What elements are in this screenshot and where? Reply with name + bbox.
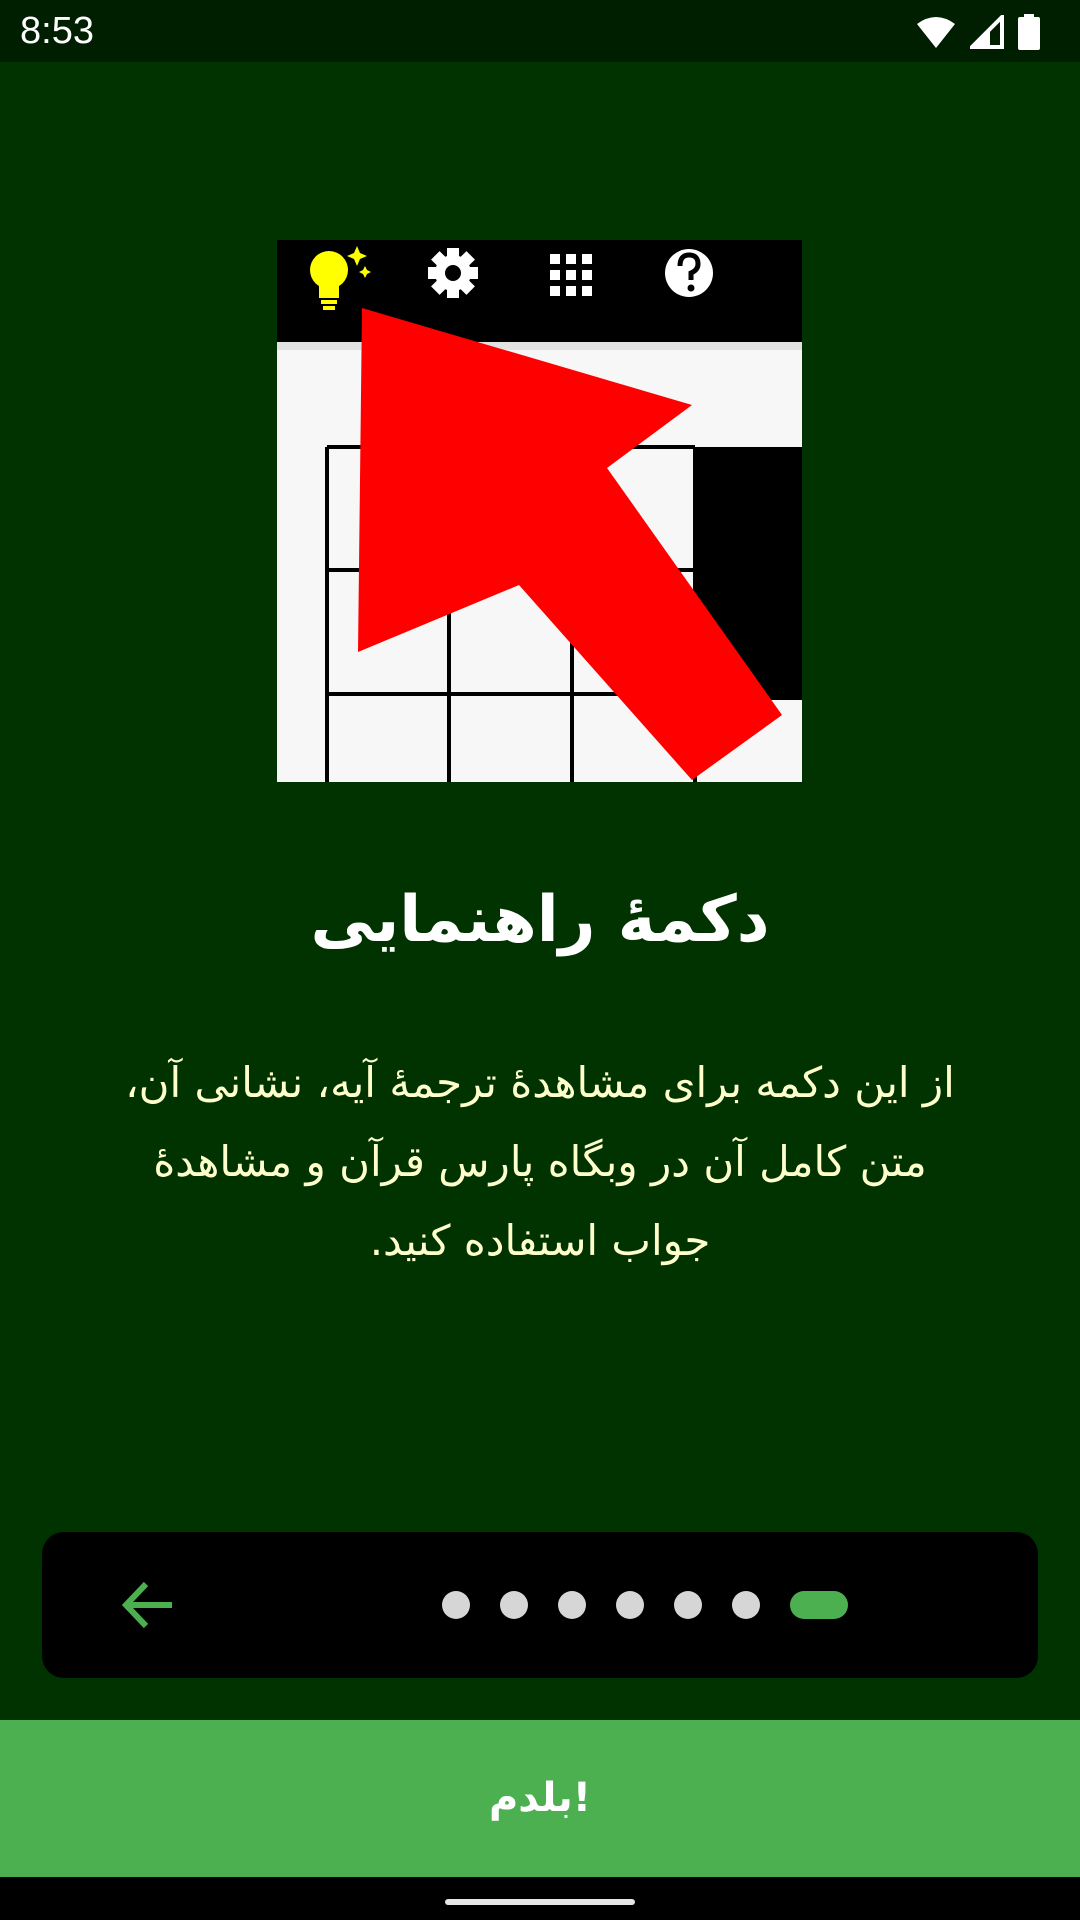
status-time: 8:53 xyxy=(20,10,94,52)
got-it-button[interactable]: بلدم! xyxy=(0,1720,1080,1877)
page-title: دکمهٔ راهنمایی xyxy=(310,883,770,957)
illustration-drawing xyxy=(277,246,802,782)
page-dot[interactable] xyxy=(616,1591,644,1619)
page-description: از این دکمه برای مشاهدهٔ ترجمهٔ آیه، نشا… xyxy=(125,1058,955,1265)
back-button[interactable] xyxy=(120,1580,176,1630)
pager-bar xyxy=(42,1532,1038,1678)
cell-signal-icon xyxy=(970,15,1004,49)
page-dot[interactable] xyxy=(674,1591,702,1619)
wifi-icon xyxy=(917,17,955,48)
gear-icon xyxy=(428,248,478,298)
page-dot[interactable] xyxy=(732,1591,760,1619)
status-bar: 8:53 xyxy=(0,0,1080,62)
battery-icon xyxy=(1018,14,1040,50)
page-dot[interactable] xyxy=(558,1591,586,1619)
page-indicator xyxy=(442,1591,848,1619)
grid-icon xyxy=(550,254,592,296)
arrow-left-icon xyxy=(121,1581,172,1629)
status-icons xyxy=(916,12,1040,52)
page-dot[interactable] xyxy=(500,1591,528,1619)
page-dot[interactable] xyxy=(442,1591,470,1619)
help-icon xyxy=(665,249,713,297)
tutorial-illustration xyxy=(277,240,802,782)
lightbulb-icon xyxy=(310,246,371,310)
system-nav-bar xyxy=(0,1877,1080,1920)
page-dot-active[interactable] xyxy=(790,1591,848,1619)
home-gesture-handle[interactable] xyxy=(445,1899,635,1905)
